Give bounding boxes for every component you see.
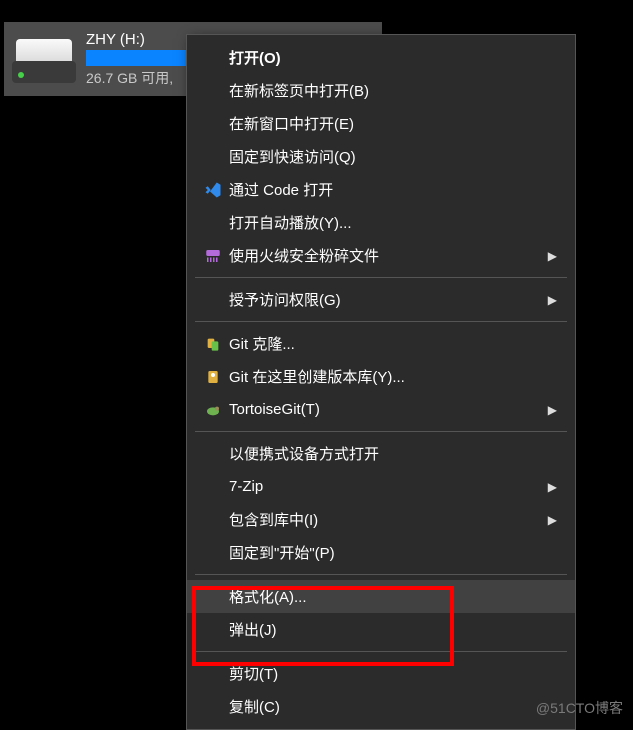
menu-grant-access[interactable]: 授予访问权限(G) ▶ — [187, 283, 575, 316]
menu-label: 包含到库中(I) — [229, 509, 548, 530]
menu-label: Git 克隆... — [229, 333, 557, 354]
menu-format[interactable]: 格式化(A)... — [187, 580, 575, 613]
menu-tortoisegit[interactable]: TortoiseGit(T) ▶ — [187, 393, 575, 426]
menu-separator — [195, 321, 567, 322]
menu-label: 复制(C) — [229, 696, 557, 717]
menu-label: 授予访问权限(G) — [229, 289, 548, 310]
menu-huorong-shred[interactable]: 使用火绒安全粉碎文件 ▶ — [187, 239, 575, 272]
menu-eject[interactable]: 弹出(J) — [187, 613, 575, 646]
menu-cut[interactable]: 剪切(T) — [187, 657, 575, 690]
menu-pin-start[interactable]: 固定到"开始"(P) — [187, 536, 575, 569]
menu-label: 格式化(A)... — [229, 586, 557, 607]
menu-label: 以便携式设备方式打开 — [229, 443, 557, 464]
menu-separator — [195, 574, 567, 575]
submenu-arrow-icon: ▶ — [548, 249, 557, 263]
menu-label: Git 在这里创建版本库(Y)... — [229, 366, 557, 387]
watermark: @51CTO博客 — [536, 698, 623, 718]
vscode-icon — [197, 181, 229, 199]
menu-label: 7-Zip — [229, 478, 548, 495]
menu-open[interactable]: 打开(O) — [187, 41, 575, 74]
shredder-icon — [197, 247, 229, 265]
menu-label: 通过 Code 打开 — [229, 179, 557, 200]
menu-include-library[interactable]: 包含到库中(I) ▶ — [187, 503, 575, 536]
git-repo-icon — [197, 369, 229, 385]
menu-label: 在新窗口中打开(E) — [229, 113, 557, 134]
menu-separator — [195, 277, 567, 278]
menu-label: 固定到快速访问(Q) — [229, 146, 557, 167]
menu-label: 在新标签页中打开(B) — [229, 80, 557, 101]
hard-drive-icon — [12, 35, 76, 83]
menu-pin-quick-access[interactable]: 固定到快速访问(Q) — [187, 140, 575, 173]
menu-open-label: 打开(O) — [229, 47, 557, 68]
menu-copy[interactable]: 复制(C) — [187, 690, 575, 723]
menu-open-new-window[interactable]: 在新窗口中打开(E) — [187, 107, 575, 140]
menu-label: 剪切(T) — [229, 663, 557, 684]
menu-separator — [195, 431, 567, 432]
menu-label: 固定到"开始"(P) — [229, 542, 557, 563]
menu-separator — [195, 651, 567, 652]
tortoisegit-icon — [197, 402, 229, 418]
submenu-arrow-icon: ▶ — [548, 293, 557, 307]
submenu-arrow-icon: ▶ — [548, 513, 557, 527]
git-clone-icon — [197, 336, 229, 352]
menu-open-with-code[interactable]: 通过 Code 打开 — [187, 173, 575, 206]
submenu-arrow-icon: ▶ — [548, 403, 557, 417]
menu-label: 打开自动播放(Y)... — [229, 212, 557, 233]
menu-git-create-repo[interactable]: Git 在这里创建版本库(Y)... — [187, 360, 575, 393]
menu-7zip[interactable]: 7-Zip ▶ — [187, 470, 575, 503]
menu-open-new-tab[interactable]: 在新标签页中打开(B) — [187, 74, 575, 107]
menu-autoplay[interactable]: 打开自动播放(Y)... — [187, 206, 575, 239]
menu-label: TortoiseGit(T) — [229, 401, 548, 418]
menu-label: 使用火绒安全粉碎文件 — [229, 245, 548, 266]
context-menu: 打开(O) 在新标签页中打开(B) 在新窗口中打开(E) 固定到快速访问(Q) … — [186, 34, 576, 730]
menu-git-clone[interactable]: Git 克隆... — [187, 327, 575, 360]
menu-label: 弹出(J) — [229, 619, 557, 640]
menu-open-portable[interactable]: 以便携式设备方式打开 — [187, 437, 575, 470]
submenu-arrow-icon: ▶ — [548, 480, 557, 494]
